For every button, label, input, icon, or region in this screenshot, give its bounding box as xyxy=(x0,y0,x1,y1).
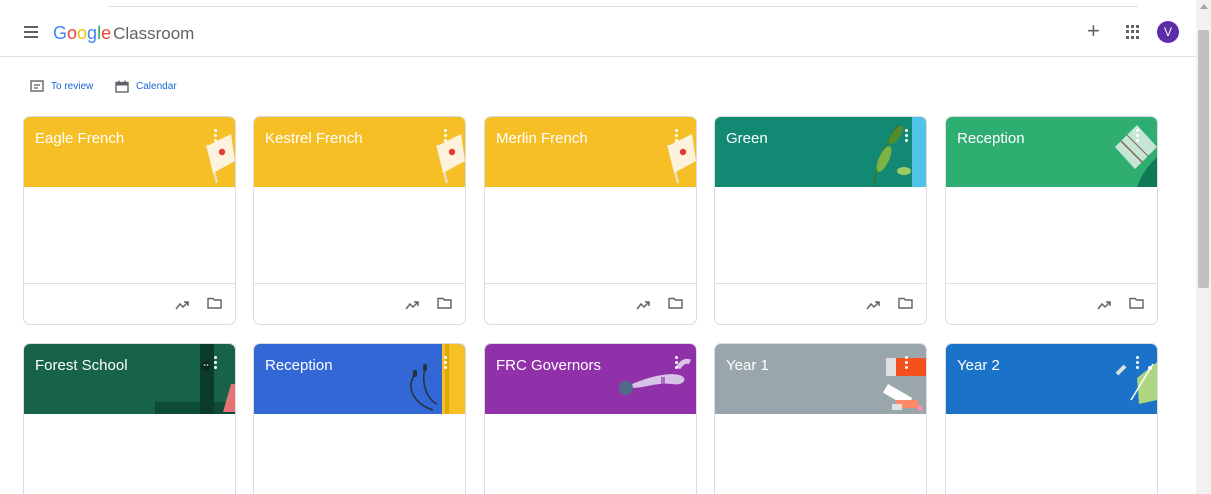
open-class-folder-button[interactable] xyxy=(207,296,222,314)
trending-up-icon xyxy=(1097,301,1111,310)
class-theme-illustration xyxy=(385,117,465,187)
class-card-footer xyxy=(485,283,696,324)
calendar-label: Calendar xyxy=(136,81,177,92)
account-avatar[interactable]: V xyxy=(1157,21,1179,43)
more-options-icon[interactable] xyxy=(1136,129,1140,143)
class-name-link[interactable]: Reception xyxy=(957,130,1025,147)
class-card[interactable]: Merlin French xyxy=(484,116,697,325)
to-review-link[interactable]: To review xyxy=(30,80,93,92)
class-name-link[interactable]: Kestrel French xyxy=(265,130,363,147)
class-card[interactable]: FRC Governors xyxy=(484,343,697,494)
class-card-banner[interactable]: Year 1 xyxy=(715,344,926,414)
logo-letter: e xyxy=(101,23,112,43)
class-theme-illustration xyxy=(616,344,696,414)
class-name-link[interactable]: Year 2 xyxy=(957,357,1000,374)
class-theme-illustration xyxy=(155,117,235,187)
calendar-link[interactable]: Calendar xyxy=(115,80,177,93)
main-menu-icon[interactable] xyxy=(24,26,38,38)
open-gradebook-button[interactable] xyxy=(1097,297,1111,315)
folder-icon xyxy=(437,297,452,309)
class-card[interactable]: Reception xyxy=(945,116,1158,325)
more-options-icon[interactable] xyxy=(214,356,218,370)
google-classroom-logo[interactable]: Google Classroom xyxy=(53,23,194,44)
class-name-link[interactable]: Green xyxy=(726,130,768,147)
class-card-banner[interactable]: Forest School xyxy=(24,344,235,414)
class-name-link[interactable]: FRC Governors xyxy=(496,357,601,374)
trending-up-icon xyxy=(866,301,880,310)
trending-up-icon xyxy=(175,301,189,310)
class-card-banner[interactable]: Green xyxy=(715,117,926,187)
class-name-link[interactable]: Forest School xyxy=(35,357,128,374)
folder-icon xyxy=(898,297,913,309)
open-gradebook-button[interactable] xyxy=(405,297,419,315)
class-card[interactable]: Eagle French xyxy=(23,116,236,325)
scrollbar-thumb[interactable] xyxy=(1198,30,1209,288)
product-name: Classroom xyxy=(113,24,195,43)
class-card-banner[interactable]: Kestrel French xyxy=(254,117,465,187)
more-options-icon[interactable] xyxy=(444,356,448,370)
class-card-footer xyxy=(715,283,926,324)
more-options-icon[interactable] xyxy=(444,129,448,143)
logo-letter: o xyxy=(77,23,88,43)
page-scrollbar[interactable] xyxy=(1196,0,1211,494)
folder-icon xyxy=(668,297,683,309)
class-card-banner[interactable]: FRC Governors xyxy=(485,344,696,414)
class-card-banner[interactable]: Reception xyxy=(946,117,1157,187)
folder-icon xyxy=(207,297,222,309)
class-name-link[interactable]: Eagle French xyxy=(35,130,124,147)
class-theme-illustration xyxy=(385,344,465,414)
class-card-banner[interactable]: Year 2 xyxy=(946,344,1157,414)
open-gradebook-button[interactable] xyxy=(175,297,189,315)
logo-letter: g xyxy=(87,23,98,43)
class-card-banner[interactable]: Reception xyxy=(254,344,465,414)
class-card-footer xyxy=(254,283,465,324)
create-join-class-button[interactable]: + xyxy=(1087,20,1100,42)
logo-letter: o xyxy=(67,23,78,43)
class-card[interactable]: Year 1 xyxy=(714,343,927,494)
app-bar: Google Classroom + V xyxy=(0,14,1196,57)
more-options-icon[interactable] xyxy=(675,356,679,370)
open-class-folder-button[interactable] xyxy=(668,296,683,314)
class-theme-illustration xyxy=(846,344,926,414)
more-options-icon[interactable] xyxy=(1136,356,1140,370)
class-card[interactable]: Reception xyxy=(253,343,466,494)
more-options-icon[interactable] xyxy=(214,129,218,143)
more-options-icon[interactable] xyxy=(905,129,909,143)
to-review-icon xyxy=(30,80,44,92)
open-class-folder-button[interactable] xyxy=(1129,296,1144,314)
open-class-folder-button[interactable] xyxy=(898,296,913,314)
class-card[interactable]: Year 2 xyxy=(945,343,1158,494)
google-apps-icon[interactable] xyxy=(1126,25,1140,39)
class-card-banner[interactable]: Merlin French xyxy=(485,117,696,187)
open-gradebook-button[interactable] xyxy=(636,297,650,315)
open-gradebook-button[interactable] xyxy=(866,297,880,315)
class-card[interactable]: Green xyxy=(714,116,927,325)
class-theme-illustration xyxy=(1077,344,1157,414)
class-card-banner[interactable]: Eagle French xyxy=(24,117,235,187)
class-card-footer xyxy=(24,283,235,324)
classroom-page: Google Classroom + V To review Calendar E… xyxy=(0,0,1211,494)
class-card-footer xyxy=(946,283,1157,324)
browser-divider xyxy=(108,6,1138,7)
more-options-icon[interactable] xyxy=(675,129,679,143)
class-theme-illustration xyxy=(155,344,235,414)
trending-up-icon xyxy=(636,301,650,310)
open-class-folder-button[interactable] xyxy=(437,296,452,314)
trending-up-icon xyxy=(405,301,419,310)
class-card[interactable]: Kestrel French xyxy=(253,116,466,325)
class-theme-illustration xyxy=(846,117,926,187)
calendar-icon xyxy=(115,80,129,93)
scroll-up-arrow-icon[interactable] xyxy=(1200,4,1208,9)
class-theme-illustration xyxy=(616,117,696,187)
to-review-label: To review xyxy=(51,80,94,92)
class-name-link[interactable]: Merlin French xyxy=(496,130,588,147)
class-name-link[interactable]: Year 1 xyxy=(726,357,769,374)
class-theme-illustration xyxy=(1077,117,1157,187)
logo-letter: G xyxy=(53,23,68,43)
more-options-icon[interactable] xyxy=(905,356,909,370)
class-card[interactable]: Forest School xyxy=(23,343,236,494)
class-name-link[interactable]: Reception xyxy=(265,357,333,374)
folder-icon xyxy=(1129,297,1144,309)
